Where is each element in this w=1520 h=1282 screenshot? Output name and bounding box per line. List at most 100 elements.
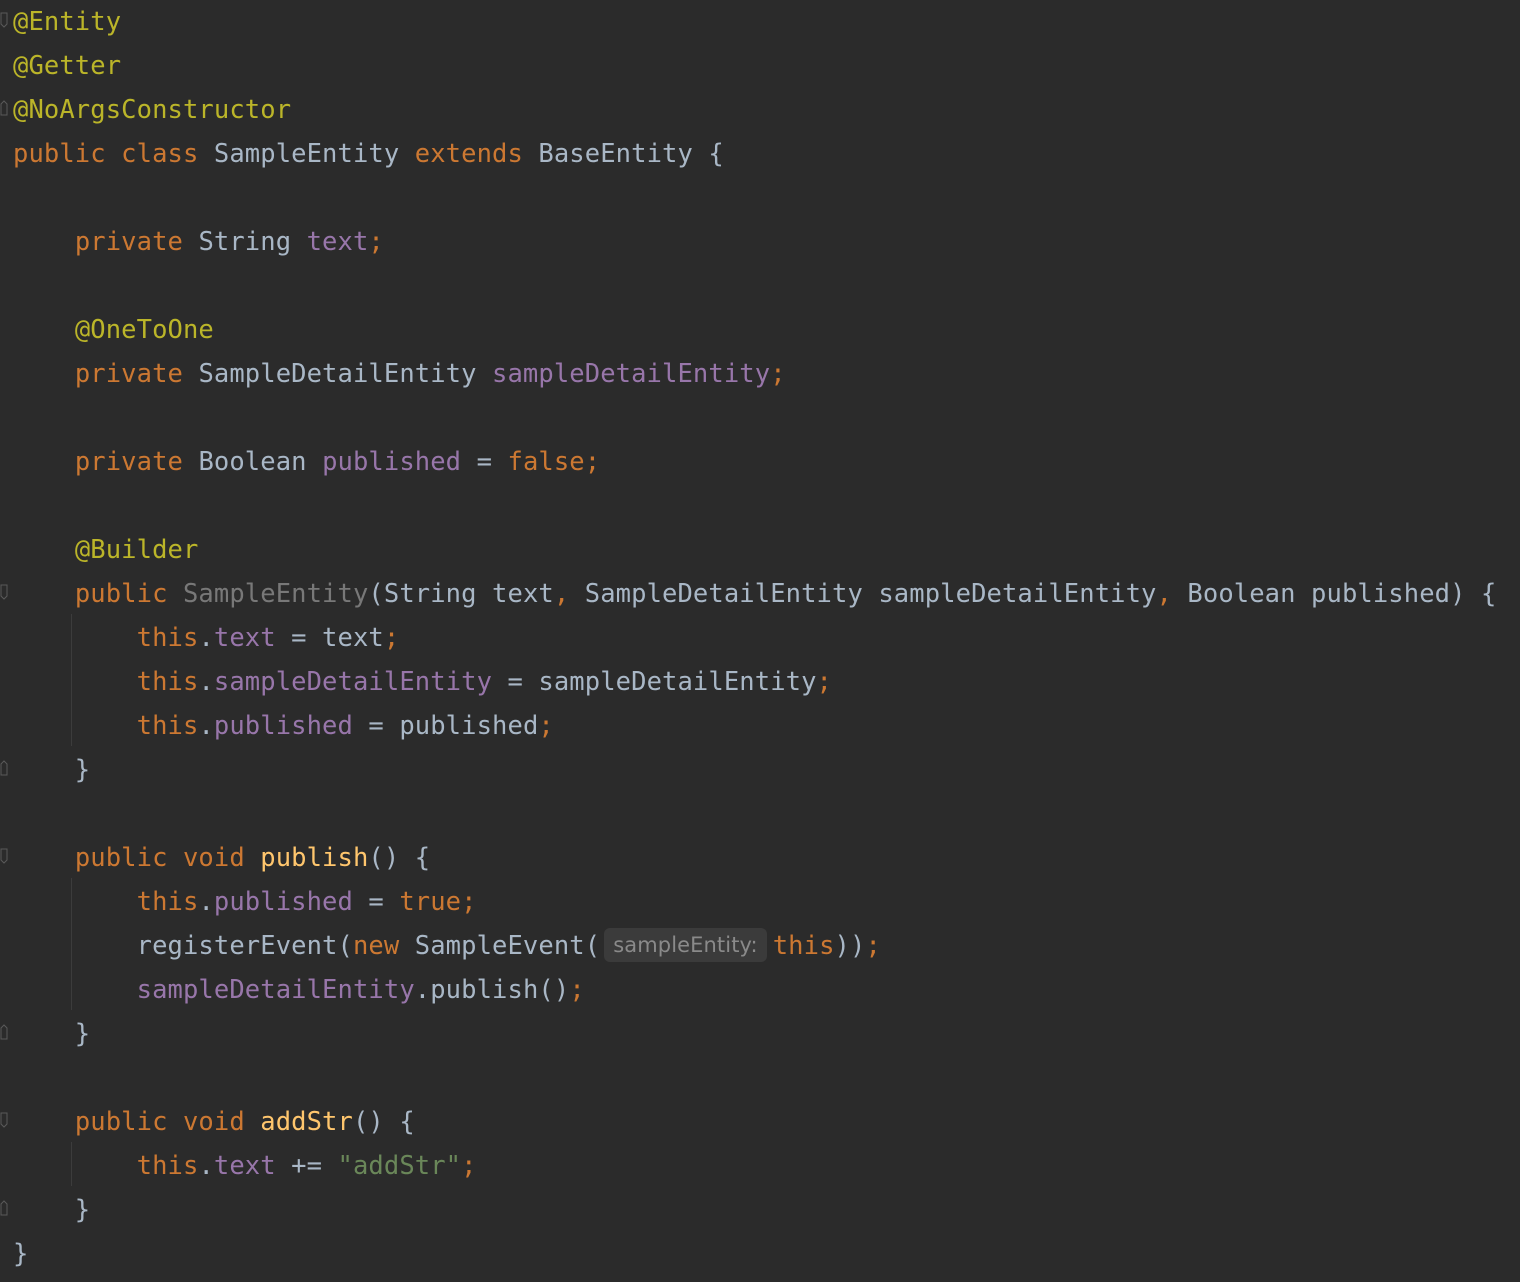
code-line[interactable]: this.published = true;: [13, 880, 477, 924]
code-token: }: [13, 755, 91, 785]
fold-close-icon[interactable]: [0, 1200, 8, 1216]
code-token: published: [322, 447, 462, 477]
code-line[interactable]: this.text += "addStr";: [13, 1144, 477, 1188]
code-token: ;: [816, 667, 832, 697]
code-token: SampleDetailEntity sampleDetailEntity: [584, 579, 1157, 609]
code-token: )): [834, 931, 866, 961]
fold-open-icon[interactable]: [0, 12, 8, 28]
code-token: = text: [275, 623, 384, 653]
code-line[interactable]: @OneToOne: [13, 308, 214, 352]
code-token: = sampleDetailEntity: [492, 667, 817, 697]
code-token: registerEvent(: [13, 931, 353, 961]
code-token: true: [399, 887, 462, 917]
code-line[interactable]: public SampleEntity(String text, SampleD…: [13, 572, 1497, 616]
code-token: .: [198, 1151, 214, 1181]
code-token: @NoArgsConstructor: [13, 95, 292, 125]
fold-close-icon[interactable]: [0, 760, 8, 776]
code-token: ;: [770, 359, 786, 389]
code-token: ;: [461, 1151, 477, 1181]
code-token: ;: [383, 623, 400, 653]
code-token: this: [136, 887, 199, 917]
code-line[interactable]: @Builder: [13, 528, 199, 572]
code-token: SampleEntity: [213, 139, 415, 169]
code-token: published: [213, 711, 353, 741]
code-token: =: [352, 887, 400, 917]
code-token: @Getter: [13, 51, 122, 81]
code-token: this: [136, 711, 199, 741]
code-line[interactable]: sampleDetailEntity.publish();: [13, 968, 585, 1012]
code-token: sampleDetailEntity: [492, 359, 771, 389]
code-line[interactable]: }: [13, 1012, 90, 1056]
code-line[interactable]: this.text = text;: [13, 616, 400, 660]
code-token: ;: [368, 227, 384, 257]
fold-close-icon[interactable]: [0, 1024, 8, 1040]
code-token: public: [13, 139, 122, 169]
code-token: this: [136, 667, 199, 697]
code-token: @Builder: [74, 535, 199, 565]
code-line[interactable]: }: [13, 1188, 90, 1232]
code-token: text: [306, 227, 369, 257]
code-token: () {: [352, 1107, 415, 1137]
code-token: () {: [368, 843, 431, 873]
code-token: private: [74, 359, 199, 389]
fold-open-icon[interactable]: [0, 848, 8, 864]
code-token: ,: [553, 579, 585, 609]
code-token: private: [74, 447, 199, 477]
code-token: new: [352, 931, 415, 961]
code-token: .: [198, 667, 214, 697]
code-token: void: [182, 843, 261, 873]
code-editor[interactable]: @Entity @Getter @NoArgsConstructor public c…: [0, 0, 1520, 1282]
code-token: (String text: [368, 579, 554, 609]
code-line[interactable]: @Entity: [13, 0, 121, 44]
code-line[interactable]: }: [13, 1232, 28, 1276]
code-line[interactable]: public void publish() {: [13, 836, 430, 880]
code-token: published: [213, 887, 353, 917]
code-line[interactable]: private SampleDetailEntity sampleDetailE…: [13, 352, 786, 396]
code-token: false: [507, 447, 585, 477]
code-token: text: [213, 623, 276, 653]
code-line[interactable]: private Boolean published = false;: [13, 440, 600, 484]
code-line[interactable]: @NoArgsConstructor: [13, 88, 291, 132]
code-token: ;: [584, 447, 601, 477]
code-line[interactable]: }: [13, 748, 90, 792]
code-token: BaseEntity {: [538, 139, 724, 169]
code-line[interactable]: this.sampleDetailEntity = sampleDetailEn…: [13, 660, 832, 704]
code-token: text: [213, 1151, 276, 1181]
code-token: .publish(): [414, 975, 570, 1005]
code-token: =: [461, 447, 508, 477]
fold-close-icon[interactable]: [0, 100, 8, 116]
code-token: private: [74, 227, 199, 257]
code-token: "addStr": [337, 1151, 462, 1181]
code-token: }: [13, 1019, 91, 1049]
code-token: ;: [865, 931, 881, 961]
code-line[interactable]: this.published = published;: [13, 704, 554, 748]
fold-open-icon[interactable]: [0, 1112, 8, 1128]
code-token: public: [74, 1107, 183, 1137]
code-token: SampleDetailEntity: [198, 359, 493, 389]
code-line[interactable]: registerEvent(new SampleEvent(sampleEnti…: [13, 924, 881, 968]
code-line[interactable]: public void addStr() {: [13, 1100, 415, 1144]
fold-open-icon[interactable]: [0, 584, 8, 600]
code-token: class: [121, 139, 214, 169]
code-token: @OneToOne: [74, 315, 214, 345]
code-token: = published: [352, 711, 539, 741]
code-line[interactable]: public class SampleEntity extends BaseEn…: [13, 132, 724, 176]
code-token: SampleEntity: [182, 579, 369, 609]
code-token: addStr: [260, 1107, 353, 1137]
code-token: .: [198, 623, 214, 653]
code-line[interactable]: @Getter: [13, 44, 121, 88]
code-line[interactable]: private String text;: [13, 220, 384, 264]
parameter-hint: sampleEntity:: [604, 928, 767, 962]
